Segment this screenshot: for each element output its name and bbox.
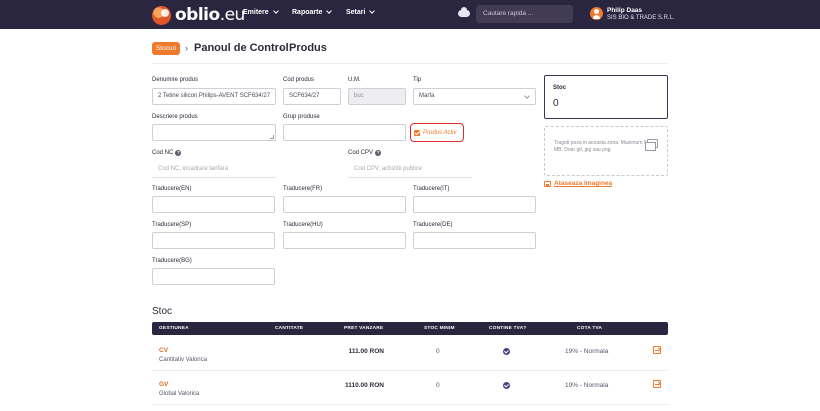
- col-cota-tva: COTA TVA: [577, 326, 603, 331]
- traducere-hu-field[interactable]: [283, 232, 406, 249]
- cloud-icon[interactable]: [458, 7, 470, 17]
- image-dropzone[interactable]: Trageti poza in aceasta zona. Maximum 5 …: [544, 126, 668, 176]
- traducere-en-field[interactable]: [152, 196, 275, 213]
- col-pret-vanzare: PRET VANZARE: [344, 326, 384, 331]
- top-navbar: oblio.eu Emitere Rapoarte Setari Cautare…: [0, 0, 820, 29]
- table-row: CV Cantitativ Valorica 111.00 RON 0 19% …: [152, 337, 668, 371]
- traducere-sp-field[interactable]: [152, 232, 275, 249]
- cod-nc-label: Cod NC?: [152, 150, 182, 156]
- table-row: GV Global Valorica 1110.00 RON 0 19% - N…: [152, 371, 668, 405]
- check-circle-icon: [503, 348, 510, 355]
- pret-vanzare-value: 111.00 RON: [348, 348, 384, 355]
- edit-external-icon[interactable]: [653, 346, 661, 354]
- dropzone-text: Trageti poza in aceasta zona. Maximum 5 …: [554, 140, 647, 153]
- gestiune-name: Cantitativ Valorica: [159, 357, 207, 363]
- col-stoc-minim: STOC MINIM: [424, 326, 455, 331]
- user-name[interactable]: Philip Daas: [607, 7, 642, 14]
- help-icon[interactable]: ?: [175, 150, 182, 156]
- descriere-textarea[interactable]: [152, 124, 276, 141]
- image-icon: [645, 139, 658, 151]
- descriere-label: Descriere produs: [152, 114, 198, 120]
- chevron-down-icon: [369, 8, 376, 14]
- page-title: Produs: [289, 42, 327, 54]
- check-circle-icon: [503, 382, 510, 389]
- denumire-field[interactable]: 2 Tetine silicon Philips-AVENT SCF634/27: [152, 88, 276, 105]
- chevron-down-icon: [524, 93, 530, 99]
- stoc-minim-value: 0: [436, 348, 440, 355]
- col-contine-tva: CONTINE TVA?: [489, 326, 527, 331]
- cota-tva-value: 19% - Normala: [565, 382, 609, 389]
- breadcrumb-separator: ›: [185, 43, 188, 53]
- image-icon: [544, 180, 551, 187]
- tip-selected-value: Marfa: [419, 93, 435, 99]
- checkbox-checked-icon[interactable]: [414, 129, 420, 136]
- logo-text: oblio.eu: [175, 5, 245, 25]
- chevron-down-icon: [272, 8, 279, 14]
- stoc-minim-value: 0: [436, 382, 440, 389]
- traducere-de-field[interactable]: [413, 232, 536, 249]
- traducere-en-label: Traducere(EN): [152, 186, 192, 192]
- grup-produse-label: Grup produse: [283, 114, 320, 120]
- produs-activ-checkbox[interactable]: Produs Activ: [410, 123, 464, 142]
- avatar-icon[interactable]: [590, 7, 603, 20]
- cod-produs-field[interactable]: SCF634/27: [283, 88, 341, 105]
- traducere-it-field[interactable]: [413, 196, 536, 213]
- traducere-sp-label: Traducere(SP): [152, 222, 192, 228]
- menu-setari[interactable]: Setari: [346, 8, 376, 16]
- resize-handle-icon[interactable]: [270, 135, 274, 139]
- cod-cpv-label: Cod CPV?: [348, 150, 382, 156]
- traducere-hu-label: Traducere(HU): [283, 222, 323, 228]
- search-input[interactable]: Cautare rapida ...: [476, 5, 573, 23]
- stoc-table-header: GESTIUNEA CANTITATE PRET VANZARE STOC MI…: [152, 322, 668, 335]
- denumire-label: Denumire produs: [152, 77, 199, 83]
- oblio-logo[interactable]: oblio.eu: [152, 5, 245, 25]
- gestiune-code: CV: [159, 347, 169, 354]
- traducere-bg-label: Traducere(BG): [152, 258, 192, 264]
- stoc-card-value: 0: [553, 98, 559, 109]
- traducere-it-label: Traducere(IT): [413, 186, 450, 192]
- gestiune-code: GV: [159, 381, 169, 388]
- divider: [152, 63, 668, 64]
- stoc-card-title: Stoc: [553, 85, 567, 91]
- cod-cpv-input[interactable]: Cod CPV, achizitii publice: [348, 161, 472, 178]
- cod-nc-input[interactable]: Cod NC, incadrare tarifara: [152, 161, 276, 178]
- traducere-fr-field[interactable]: [283, 196, 406, 213]
- produs-activ-label: Produs Activ: [423, 129, 457, 136]
- cota-tva-value: 19% - Normala: [565, 348, 609, 355]
- cod-produs-label: Cod produs: [283, 77, 315, 83]
- stoc-section-title: Stoc: [152, 306, 173, 317]
- col-cantitate: CANTITATE: [275, 326, 304, 331]
- menu-rapoarte[interactable]: Rapoarte: [292, 8, 333, 16]
- breadcrumb-panoul-de-control[interactable]: Panoul de Control: [194, 42, 289, 54]
- traducere-fr-label: Traducere(FR): [283, 186, 323, 192]
- um-label: U.M.: [348, 77, 361, 83]
- chevron-down-icon: [326, 8, 333, 14]
- edit-external-icon[interactable]: [653, 380, 661, 388]
- traducere-bg-field[interactable]: [152, 268, 275, 285]
- user-company[interactable]: SIS BIO & TRADE S.R.L.: [607, 15, 675, 21]
- attach-image-label: Ataseaza Imaginea: [554, 180, 613, 187]
- tip-select[interactable]: Marfa: [413, 88, 536, 105]
- breadcrumb-separator: ›: [280, 43, 283, 53]
- traducere-de-label: Traducere(DE): [413, 222, 453, 228]
- attach-image-link[interactable]: Ataseaza Imaginea: [544, 180, 612, 187]
- menu-emitere[interactable]: Emitere: [243, 8, 279, 16]
- um-field: buc: [348, 88, 406, 105]
- grup-produse-field[interactable]: [283, 124, 406, 141]
- pret-vanzare-value: 1110.00 RON: [344, 382, 384, 389]
- col-gestiunea: GESTIUNEA: [159, 326, 189, 331]
- logo-mark-icon: [152, 5, 171, 25]
- tip-label: Tip: [413, 77, 422, 83]
- stoc-card: Stoc 0: [544, 75, 668, 119]
- gestiune-name: Global Valorica: [159, 391, 200, 397]
- breadcrumb-stocuri-badge[interactable]: Stocuri: [152, 42, 180, 55]
- help-icon[interactable]: ?: [375, 150, 382, 156]
